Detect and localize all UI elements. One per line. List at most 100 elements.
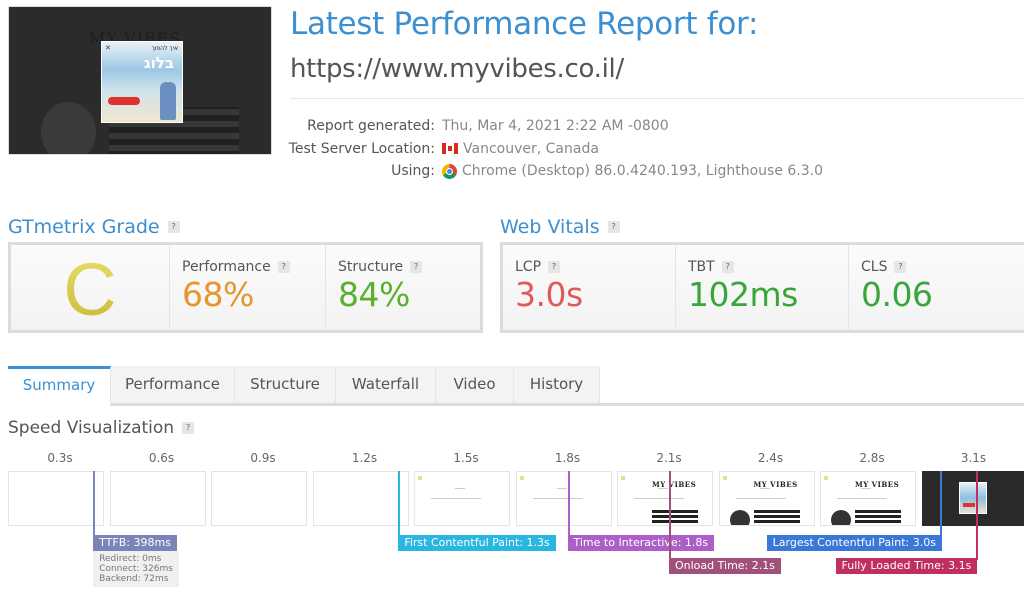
ttfb-breakdown-item: Connect: 326ms	[99, 564, 173, 574]
frame-hero-stripes	[652, 508, 698, 525]
cls-cell: CLS ? 0.06	[848, 245, 1024, 330]
help-icon[interactable]: ?	[410, 261, 423, 273]
tab-performance[interactable]: Performance	[111, 366, 235, 403]
help-icon[interactable]: ?	[548, 261, 561, 273]
tbt-value: 102ms	[688, 275, 798, 314]
meta-label: Test Server Location:	[288, 140, 435, 157]
frame-text-line	[431, 498, 481, 499]
tabs-baseline	[8, 403, 1024, 406]
filmstrip-time-label: 1.8s	[554, 451, 581, 465]
marker-line-ttfb	[93, 471, 96, 537]
ttfb-breakdown: Redirect: 0ms Connect: 326ms Backend: 72ms	[93, 551, 179, 587]
filmstrip-frame[interactable]	[414, 471, 510, 526]
filmstrip-frame[interactable]: MY VIBES	[820, 471, 916, 526]
filmstrip-time-label: 3.1s	[960, 451, 987, 465]
ttfb-breakdown-item: Backend: 72ms	[99, 574, 169, 584]
thumbnail-popup: ✕ איך להפוך בלוג	[101, 41, 183, 123]
gtmetrix-grade-panel: C Performance ? 68% Structure ? 84%	[8, 242, 483, 333]
ttfb-breakdown-item: Redirect: 0ms	[99, 554, 162, 564]
performance-score: 68%	[182, 275, 254, 314]
tab-video[interactable]: Video	[436, 366, 514, 403]
filmstrip-time-label: 2.8s	[859, 451, 885, 465]
performance-cell: Performance ? 68%	[169, 245, 325, 330]
popup-figure	[160, 82, 176, 120]
frame-text-line	[455, 488, 465, 489]
filmstrip-time-label: 0.9s	[250, 451, 276, 465]
filmstrip-time-label: 1.5s	[453, 451, 479, 465]
tab-structure[interactable]: Structure	[235, 366, 336, 403]
performance-label-wrap: Performance ?	[182, 259, 290, 275]
performance-label: Performance	[182, 259, 271, 275]
filmstrip-frame[interactable]	[921, 471, 1024, 526]
tab-summary[interactable]: Summary	[8, 366, 111, 406]
close-icon: ✕	[105, 44, 111, 52]
filmstrip-frame[interactable]	[515, 471, 612, 526]
tbt-label: TBT	[688, 259, 715, 275]
page-screenshot-thumbnail: MY VIBES ✕ איך להפוך בלוג	[8, 6, 272, 155]
web-vitals-heading: Web Vitals ?	[500, 216, 620, 238]
meta-value-wrap: Chrome (Desktop) 86.0.4240.193, Lighthou…	[442, 163, 823, 179]
meta-row-using: Using: Chrome (Desktop) 86.0.4240.193, L…	[280, 163, 880, 186]
lcp-value: 3.0s	[515, 275, 583, 314]
filmstrip-frame[interactable]	[109, 471, 206, 526]
help-icon[interactable]: ?	[277, 261, 290, 273]
filmstrip-time-label: 2.4s	[757, 451, 784, 465]
frame-text-line	[634, 498, 684, 499]
filmstrip-frame[interactable]	[312, 471, 409, 526]
section-title: Speed Visualization	[8, 418, 175, 438]
speed-visualization-heading: Speed Visualization ?	[8, 418, 195, 438]
meta-value-wrap: Thu, Mar 4, 2021 2:22 AM -0800	[442, 118, 669, 134]
structure-label: Structure	[338, 259, 404, 275]
frame-favicon	[418, 476, 422, 480]
chrome-icon	[442, 163, 457, 179]
frame-site-logo: MY VIBES	[753, 480, 798, 489]
popup-button	[108, 97, 140, 105]
grade-letter: C	[11, 247, 169, 332]
frame-favicon	[519, 476, 524, 480]
frame-text-line	[532, 498, 583, 499]
help-icon[interactable]: ?	[182, 422, 195, 434]
marker-line-fully-loaded	[975, 471, 978, 560]
help-icon[interactable]: ?	[721, 261, 734, 273]
tbt-label-wrap: TBT ?	[688, 259, 734, 275]
report-url[interactable]: https://www.myvibes.co.il/	[290, 54, 624, 84]
grade-cell: C	[11, 245, 169, 332]
filmstrip-time-label: 0.6s	[148, 451, 175, 465]
help-icon[interactable]: ?	[607, 221, 620, 233]
speed-visualization-filmstrip: 0.3s 0.6s 0.9s 1.2s 1.5s 1.8s 2.1s MY VIBES 2.4s…	[8, 445, 1024, 595]
structure-label-wrap: Structure ?	[338, 259, 423, 275]
tab-waterfall[interactable]: Waterfall	[336, 366, 436, 403]
canada-flag-icon	[442, 143, 458, 154]
frame-hero-portrait	[729, 510, 750, 525]
gtmetrix-grade-heading: GTmetrix Grade ?	[8, 216, 180, 238]
filmstrip-frame[interactable]	[211, 471, 307, 526]
help-icon[interactable]: ?	[894, 261, 907, 273]
marker-label-lcp: Largest Contentful Paint: 3.0s	[766, 535, 942, 551]
marker-label-ttfb: TTFB: 398ms	[93, 535, 177, 551]
frame-text-line	[735, 498, 786, 499]
marker-line-lcp	[939, 471, 942, 537]
frame-text-line	[556, 488, 567, 489]
lcp-label-wrap: LCP ?	[515, 259, 561, 275]
frame-favicon	[722, 476, 727, 480]
filmstrip-time-label: 1.2s	[351, 451, 378, 465]
frame-popup	[958, 482, 987, 514]
help-icon[interactable]: ?	[167, 221, 180, 233]
frame-text-line	[837, 498, 887, 499]
cls-value: 0.06	[861, 275, 933, 314]
tab-history[interactable]: History	[514, 366, 600, 403]
marker-label-tti: Time to Interactive: 1.8s	[567, 535, 715, 551]
meta-row-server-location: Test Server Location: Vancouver, Canada	[280, 141, 880, 164]
filmstrip-frame[interactable]: MY VIBES	[718, 471, 815, 526]
cls-label-wrap: CLS ?	[861, 259, 907, 275]
web-vitals-panel: LCP ? 3.0s TBT ? 102ms CLS ? 0.06	[500, 242, 1024, 333]
report-tabs: Summary Performance Structure Waterfall …	[8, 366, 1024, 406]
filmstrip-frame[interactable]: MY VIBES	[617, 471, 713, 526]
frame-site-logo: MY VIBES	[855, 480, 900, 489]
meta-value: Vancouver, Canada	[463, 140, 599, 157]
meta-row-report-generated: Report generated: Thu, Mar 4, 2021 2:22 …	[280, 118, 880, 141]
marker-line-tti	[567, 471, 570, 537]
tbt-cell: TBT ? 102ms	[675, 245, 848, 330]
marker-line-onload	[669, 471, 671, 560]
filmstrip-frame[interactable]	[8, 471, 104, 526]
